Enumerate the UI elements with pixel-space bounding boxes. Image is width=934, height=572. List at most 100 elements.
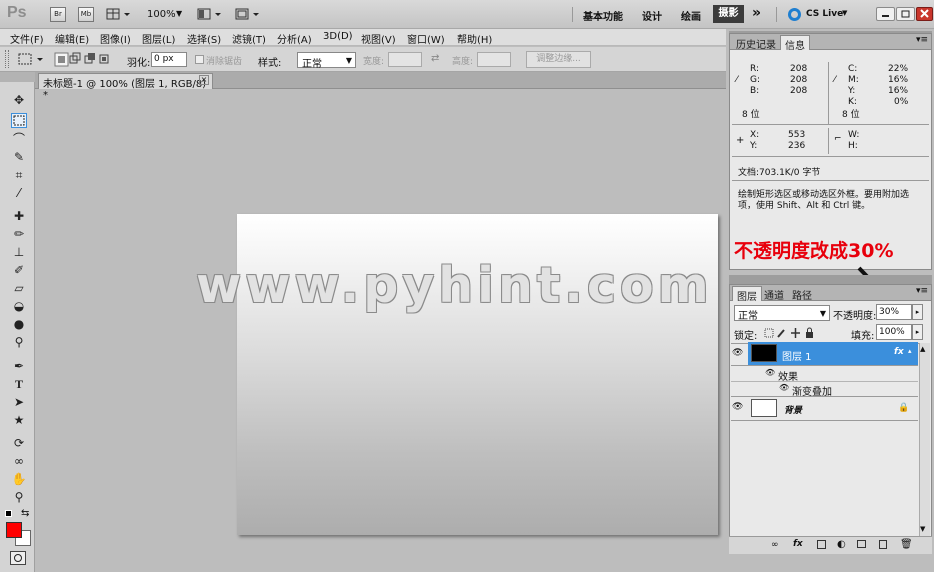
panel-menu-icon[interactable]: ▾≡ <box>916 286 928 296</box>
menu-select[interactable]: 选择(S) <box>187 31 221 46</box>
workspace-design[interactable]: 设计 <box>642 8 662 23</box>
tool-preset-picker[interactable] <box>17 52 45 67</box>
menu-edit[interactable]: 编辑(E) <box>55 31 89 46</box>
fill-input[interactable]: 100% <box>876 324 912 340</box>
quick-mask-icon[interactable] <box>10 551 26 565</box>
width-input[interactable] <box>388 52 422 67</box>
tab-layers[interactable]: 图层 <box>732 286 762 303</box>
foreground-color-swatch[interactable] <box>6 522 22 538</box>
add-layer-style-icon[interactable]: fx <box>793 539 803 549</box>
clone-stamp-tool-icon[interactable]: ⊥ <box>11 245 27 260</box>
tab-channels[interactable]: 通道 <box>760 286 788 302</box>
new-layer-icon[interactable] <box>879 540 887 549</box>
workspace-photography[interactable]: 摄影 <box>713 5 744 23</box>
crop-tool-icon[interactable]: ⌗ <box>11 168 27 183</box>
swap-icon[interactable]: ⇄ <box>431 53 439 64</box>
menu-help[interactable]: 帮助(H) <box>457 31 492 46</box>
menu-window[interactable]: 窗口(W) <box>407 31 445 46</box>
tab-paths[interactable]: 路径 <box>788 286 816 302</box>
menu-image[interactable]: 图像(I) <box>100 31 131 46</box>
workspace-painting[interactable]: 绘画 <box>681 8 701 23</box>
default-colors-icon[interactable] <box>5 510 12 517</box>
layer-row-background[interactable]: 背景 🔒 <box>748 397 918 420</box>
menu-filter[interactable]: 滤镜(T) <box>232 31 266 46</box>
menu-layer[interactable]: 图层(L) <box>142 31 175 46</box>
feather-input[interactable]: 0 px <box>151 52 187 67</box>
height-input[interactable] <box>477 52 511 67</box>
layer-row-layer1[interactable]: 图层 1 fx ▴ <box>748 342 918 365</box>
info-panel-tabs: 历史记录 信息 ▾≡ <box>730 34 931 52</box>
arrange-documents-dropdown[interactable] <box>196 7 222 22</box>
eyedropper-tool-icon[interactable]: ⁄ <box>11 186 27 201</box>
paint-bucket-tool-icon[interactable]: ◒ <box>11 299 27 314</box>
3d-orbit-tool-icon[interactable]: ∞ <box>11 454 27 469</box>
view-extras-dropdown[interactable] <box>105 7 131 22</box>
cslive-chevron-icon[interactable]: ▼ <box>842 9 847 17</box>
add-mask-icon[interactable] <box>817 540 826 549</box>
menu-file[interactable]: 文件(F) <box>10 31 44 46</box>
quick-selection-tool-icon[interactable]: ✎ <box>11 150 27 165</box>
mini-bridge-button[interactable]: Mb <box>78 7 94 22</box>
brush-tool-icon[interactable]: ✏ <box>11 227 27 242</box>
blur-tool-icon[interactable]: ● <box>11 317 27 332</box>
close-window-button[interactable] <box>916 7 933 21</box>
zoom-tool-icon[interactable]: ⚲ <box>11 490 27 505</box>
gradient-overlay-eye-icon[interactable]: 👁 <box>779 383 789 392</box>
minimize-button[interactable] <box>876 7 895 21</box>
menu-analysis[interactable]: 分析(A) <box>277 31 312 46</box>
antialias-checkbox[interactable] <box>195 55 204 64</box>
tab-info[interactable]: 信息 <box>780 35 810 52</box>
selection-mode-buttons[interactable] <box>54 52 114 67</box>
panel-menu-icon[interactable]: ▾≡ <box>916 35 928 45</box>
shape-tool-icon[interactable]: ★ <box>11 413 27 428</box>
dodge-tool-icon[interactable]: ⚲ <box>11 335 27 350</box>
adjustment-layer-icon[interactable]: ◐ <box>837 539 846 550</box>
link-layers-icon[interactable]: ∞ <box>771 540 779 550</box>
bridge-button[interactable]: Br <box>50 7 66 22</box>
chevron-down-icon: ▼ <box>345 56 352 65</box>
opacity-input[interactable]: 30% <box>876 304 912 320</box>
layers-scrollbar[interactable] <box>919 343 930 536</box>
refine-edge-button[interactable]: 调整边缘... <box>526 51 591 68</box>
style-dropdown[interactable]: 正常 ▼ <box>297 52 356 70</box>
scroll-up-icon[interactable]: ▲ <box>920 345 925 353</box>
healing-brush-tool-icon[interactable]: ✚ <box>11 209 27 224</box>
effects-eye-icon[interactable]: 👁 <box>765 368 775 377</box>
layer1-visibility-eye-icon[interactable]: 👁 <box>732 348 743 358</box>
cslive-button[interactable]: CS Live <box>806 9 843 19</box>
scroll-down-icon[interactable]: ▼ <box>920 525 925 533</box>
layer1-name[interactable]: 图层 1 <box>782 348 812 363</box>
fill-slider-arrow[interactable]: ▸ <box>912 324 923 340</box>
eraser-tool-icon[interactable]: ▱ <box>11 281 27 296</box>
lasso-tool-icon[interactable]: ⌒ <box>11 132 27 147</box>
delete-layer-icon[interactable]: 🗑 <box>900 539 913 550</box>
history-brush-tool-icon[interactable]: ✐ <box>11 263 27 278</box>
more-workspaces-button[interactable]: » <box>752 5 761 21</box>
menu-view[interactable]: 视图(V) <box>361 31 396 46</box>
hand-tool-icon[interactable]: ✋ <box>11 472 27 487</box>
rectangular-marquee-tool-icon[interactable] <box>11 113 27 128</box>
menu-3d[interactable]: 3D(D) <box>323 31 353 42</box>
pen-tool-icon[interactable]: ✒ <box>11 359 27 374</box>
restore-button[interactable] <box>896 7 915 21</box>
tab-history[interactable]: 历史记录 <box>732 35 780 51</box>
background-visibility-eye-icon[interactable]: 👁 <box>732 402 743 412</box>
swap-colors-icon[interactable]: ⇆ <box>21 508 29 519</box>
new-group-icon[interactable] <box>857 540 866 548</box>
layer-effects-icon[interactable]: fx <box>894 347 904 357</box>
zoom-chevron-icon[interactable]: ▼ <box>176 9 182 18</box>
lock-buttons[interactable] <box>764 327 834 339</box>
effects-expand-icon[interactable]: ▴ <box>908 347 912 355</box>
style-value: 正常 <box>302 59 322 70</box>
close-document-button[interactable]: × <box>199 75 209 85</box>
workspace-essentials[interactable]: 基本功能 <box>583 8 623 23</box>
move-tool-icon[interactable]: ✥ <box>11 93 27 108</box>
document-tab[interactable]: 未标题-1 @ 100% (图层 1, RGB/8) * × <box>38 73 213 101</box>
blend-mode-dropdown[interactable]: 正常 ▼ <box>734 305 830 322</box>
3d-rotate-tool-icon[interactable]: ⟳ <box>11 436 27 451</box>
opacity-slider-arrow[interactable]: ▸ <box>912 304 923 320</box>
zoom-level[interactable]: 100% <box>147 9 176 20</box>
type-tool-icon[interactable]: T <box>11 377 27 392</box>
screen-mode-dropdown[interactable] <box>234 7 260 22</box>
path-selection-tool-icon[interactable]: ➤ <box>11 395 27 410</box>
